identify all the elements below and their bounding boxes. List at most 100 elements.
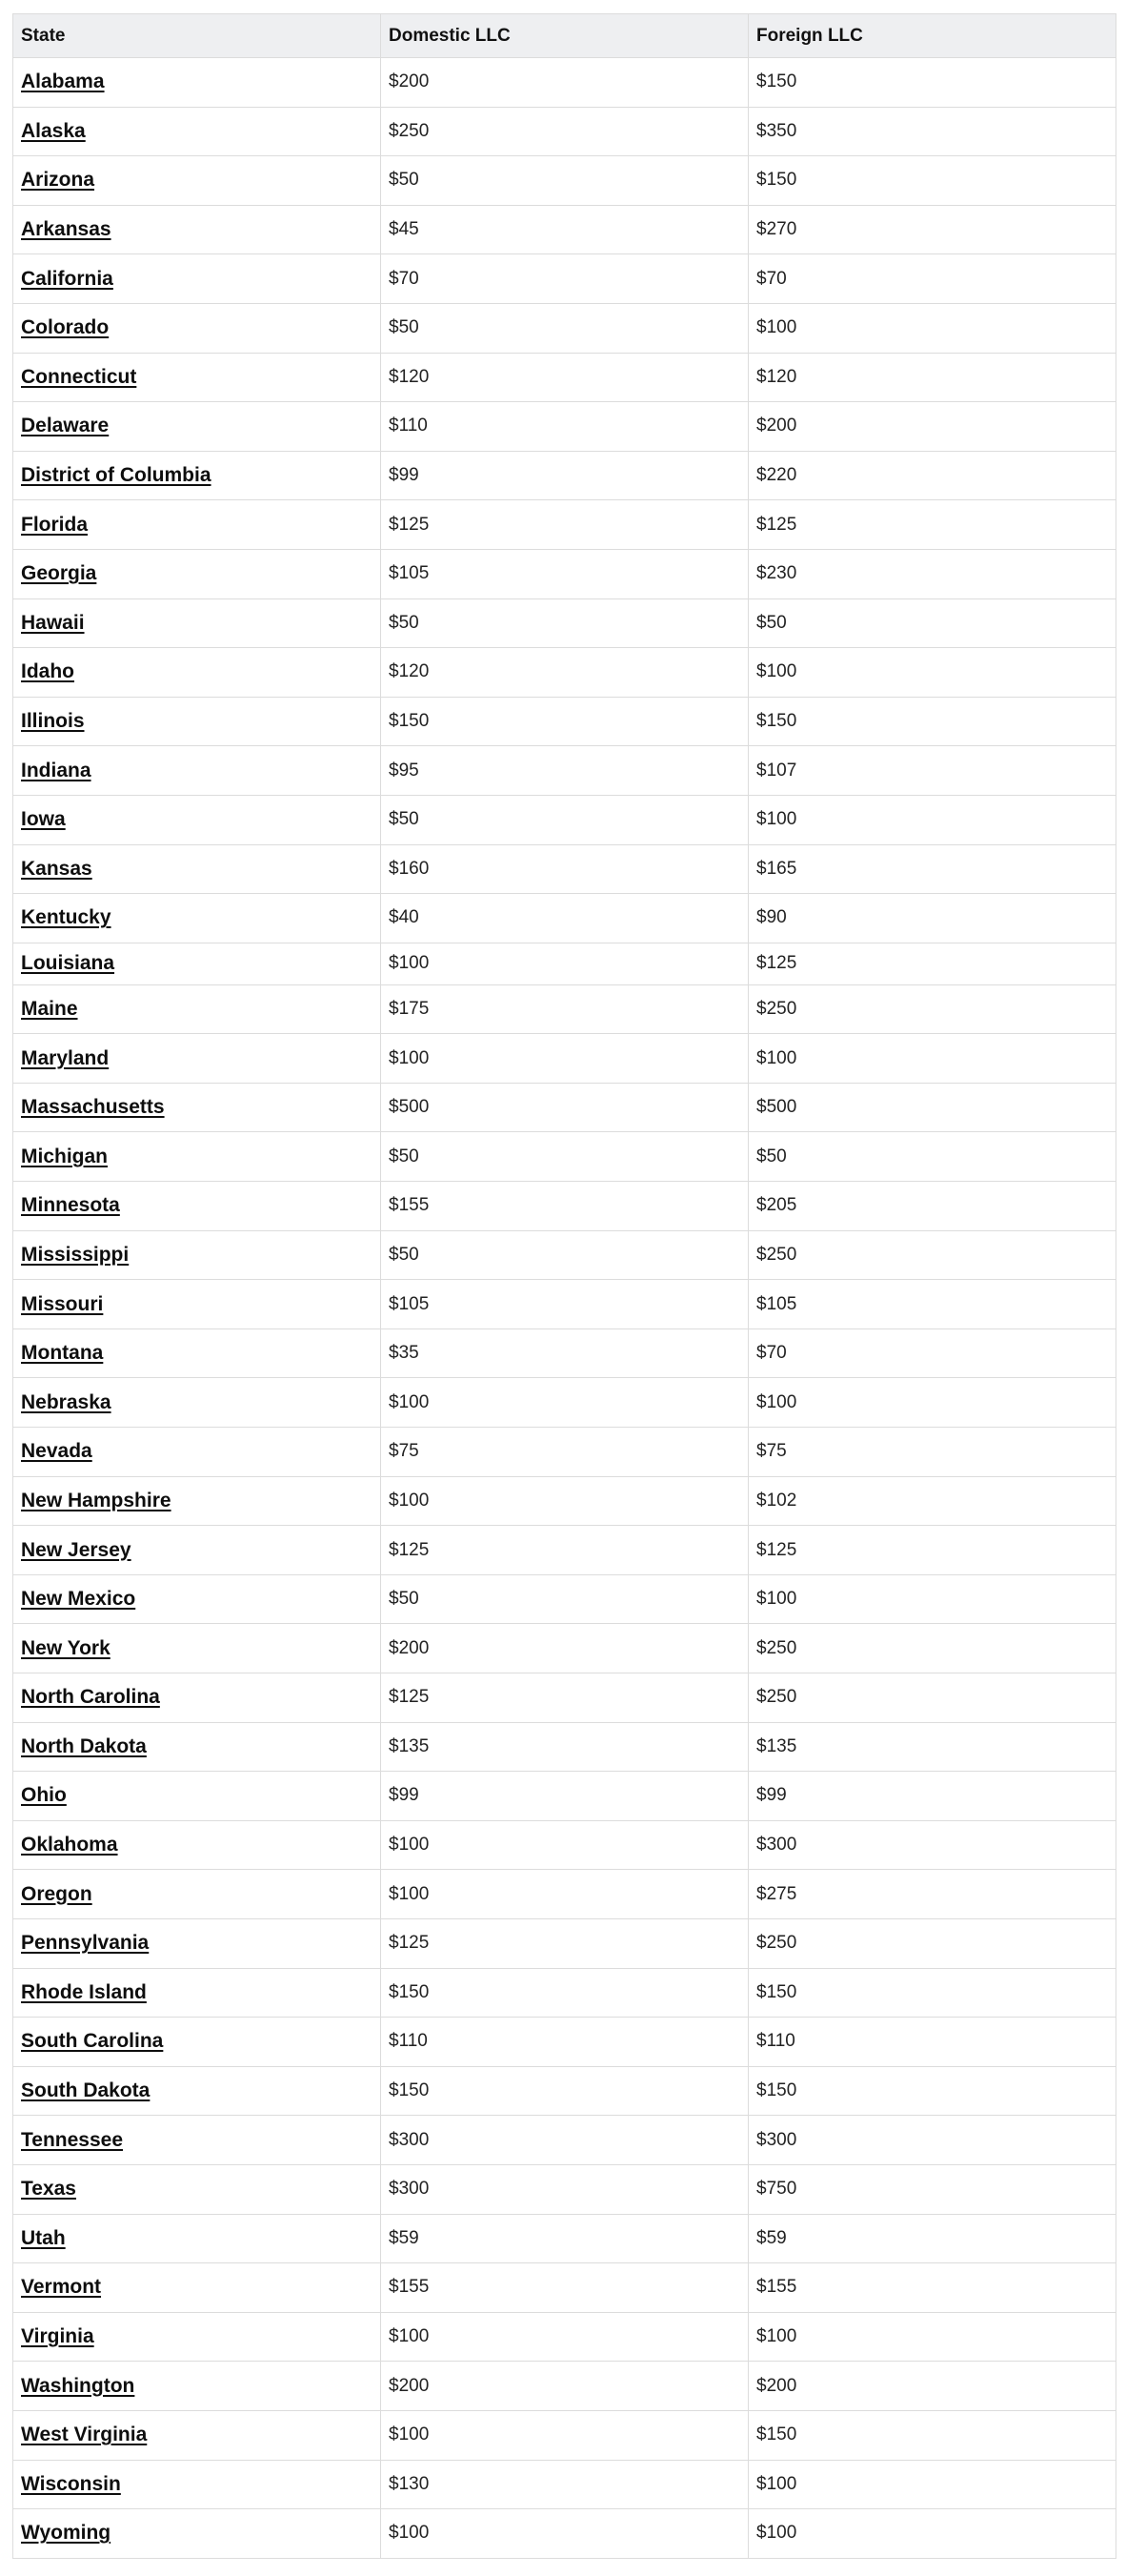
state-link[interactable]: Minnesota: [21, 1194, 120, 1216]
domestic-llc-fee: $59: [380, 2213, 749, 2264]
domestic-llc-fee: $100: [380, 1475, 749, 1527]
state-link[interactable]: New Hampshire: [21, 1490, 171, 1511]
foreign-llc-fee: $100: [748, 302, 1116, 354]
table-row: Arizona $50 $150: [12, 155, 1116, 206]
state-link[interactable]: New York: [21, 1637, 111, 1659]
domestic-llc-fee: $75: [380, 1427, 749, 1477]
state-link[interactable]: West Virginia: [21, 2424, 147, 2445]
table-row: Missouri $105 $105: [12, 1279, 1116, 1329]
state-link[interactable]: District of Columbia: [21, 464, 211, 486]
table-row: Oregon $100 $275: [12, 1869, 1116, 1919]
domestic-llc-fee: $150: [380, 2065, 749, 2117]
state-link[interactable]: New Jersey: [21, 1539, 131, 1561]
state-link[interactable]: Missouri: [21, 1293, 103, 1315]
state-link[interactable]: South Carolina: [21, 2030, 163, 2052]
table-row: Florida $125 $125: [12, 499, 1116, 550]
domestic-llc-fee: $50: [380, 1229, 749, 1281]
table-row: West Virginia $100 $150: [12, 2409, 1116, 2461]
header-domestic-llc: Domestic LLC: [380, 13, 749, 58]
state-link[interactable]: Utah: [21, 2227, 66, 2249]
domestic-llc-fee: $200: [380, 2361, 749, 2411]
domestic-llc-fee: $250: [380, 106, 749, 157]
domestic-llc-fee: $300: [380, 2115, 749, 2165]
table-row: Ohio $99 $99: [12, 1771, 1116, 1821]
state-link[interactable]: Pennsylvania: [21, 1932, 149, 1954]
state-link[interactable]: Oregon: [21, 1883, 92, 1905]
state-link[interactable]: Wyoming: [21, 2522, 111, 2544]
foreign-llc-fee: $165: [748, 843, 1116, 895]
domestic-llc-fee: $155: [380, 2262, 749, 2313]
state-cell: Colorado: [12, 302, 381, 354]
state-link[interactable]: Maryland: [21, 1047, 109, 1069]
foreign-llc-fee: $70: [748, 254, 1116, 304]
foreign-llc-fee: $100: [748, 2459, 1116, 2510]
domestic-llc-fee: $100: [380, 2409, 749, 2461]
state-link[interactable]: Illinois: [21, 710, 85, 732]
state-cell: West Virginia: [12, 2409, 381, 2461]
state-link[interactable]: Washington: [21, 2375, 134, 2397]
state-link[interactable]: Indiana: [21, 760, 91, 781]
state-cell: California: [12, 254, 381, 304]
state-link[interactable]: Kentucky: [21, 906, 111, 928]
state-link[interactable]: Nebraska: [21, 1391, 111, 1413]
domestic-llc-fee: $200: [380, 1623, 749, 1673]
foreign-llc-fee: $99: [748, 1771, 1116, 1821]
foreign-llc-fee: $200: [748, 2361, 1116, 2411]
state-link[interactable]: Florida: [21, 514, 88, 536]
foreign-llc-fee: $102: [748, 1475, 1116, 1527]
state-link[interactable]: Georgia: [21, 562, 96, 584]
state-cell: Kentucky: [12, 893, 381, 943]
foreign-llc-fee: $205: [748, 1181, 1116, 1231]
state-link[interactable]: South Dakota: [21, 2079, 150, 2101]
state-link[interactable]: Maine: [21, 998, 78, 1020]
state-link[interactable]: Alabama: [21, 71, 105, 92]
state-link[interactable]: Arizona: [21, 169, 94, 191]
state-link[interactable]: Massachusetts: [21, 1096, 165, 1118]
state-link[interactable]: Virginia: [21, 2325, 94, 2347]
state-cell: Oregon: [12, 1869, 381, 1919]
state-link[interactable]: Hawaii: [21, 612, 85, 634]
state-link[interactable]: Vermont: [21, 2276, 101, 2298]
state-link[interactable]: Michigan: [21, 1146, 108, 1167]
foreign-llc-fee: $150: [748, 155, 1116, 206]
state-link[interactable]: Mississippi: [21, 1244, 129, 1266]
state-link[interactable]: Delaware: [21, 415, 109, 436]
table-row: Illinois $150 $150: [12, 696, 1116, 747]
state-link[interactable]: Tennessee: [21, 2129, 123, 2151]
state-link[interactable]: Kansas: [21, 858, 92, 880]
state-link[interactable]: Ohio: [21, 1784, 67, 1806]
foreign-llc-fee: $200: [748, 401, 1116, 452]
state-link[interactable]: Rhode Island: [21, 1981, 147, 2003]
state-link[interactable]: North Dakota: [21, 1735, 147, 1757]
state-link[interactable]: Montana: [21, 1342, 103, 1364]
state-link[interactable]: Oklahoma: [21, 1834, 118, 1856]
domestic-llc-fee: $200: [380, 57, 749, 108]
state-link[interactable]: Iowa: [21, 808, 66, 830]
foreign-llc-fee: $155: [748, 2262, 1116, 2313]
state-link[interactable]: Idaho: [21, 660, 74, 682]
state-link[interactable]: Louisiana: [21, 952, 114, 974]
table-row: Washington $200 $200: [12, 2361, 1116, 2411]
state-cell: Virginia: [12, 2311, 381, 2363]
state-link[interactable]: Nevada: [21, 1440, 92, 1462]
state-link[interactable]: Connecticut: [21, 366, 136, 388]
state-link[interactable]: Colorado: [21, 316, 109, 338]
foreign-llc-fee: $125: [748, 942, 1116, 985]
state-link[interactable]: North Carolina: [21, 1686, 160, 1708]
state-link[interactable]: New Mexico: [21, 1588, 135, 1610]
table-row: Texas $300 $750: [12, 2163, 1116, 2215]
state-link[interactable]: Alaska: [21, 120, 86, 142]
state-link[interactable]: Arkansas: [21, 218, 111, 240]
state-link[interactable]: Texas: [21, 2178, 76, 2200]
state-link[interactable]: Wisconsin: [21, 2473, 121, 2495]
table-row: Mississippi $50 $250: [12, 1229, 1116, 1281]
domestic-llc-fee: $135: [380, 1721, 749, 1773]
state-cell: Michigan: [12, 1131, 381, 1183]
table-header: State Domestic LLC Foreign LLC: [12, 13, 1116, 58]
foreign-llc-fee: $250: [748, 1917, 1116, 1969]
foreign-llc-fee: $150: [748, 57, 1116, 108]
state-link[interactable]: California: [21, 268, 113, 290]
state-cell: Utah: [12, 2213, 381, 2264]
foreign-llc-fee: $75: [748, 1427, 1116, 1477]
table-row: South Carolina $110 $110: [12, 2017, 1116, 2067]
